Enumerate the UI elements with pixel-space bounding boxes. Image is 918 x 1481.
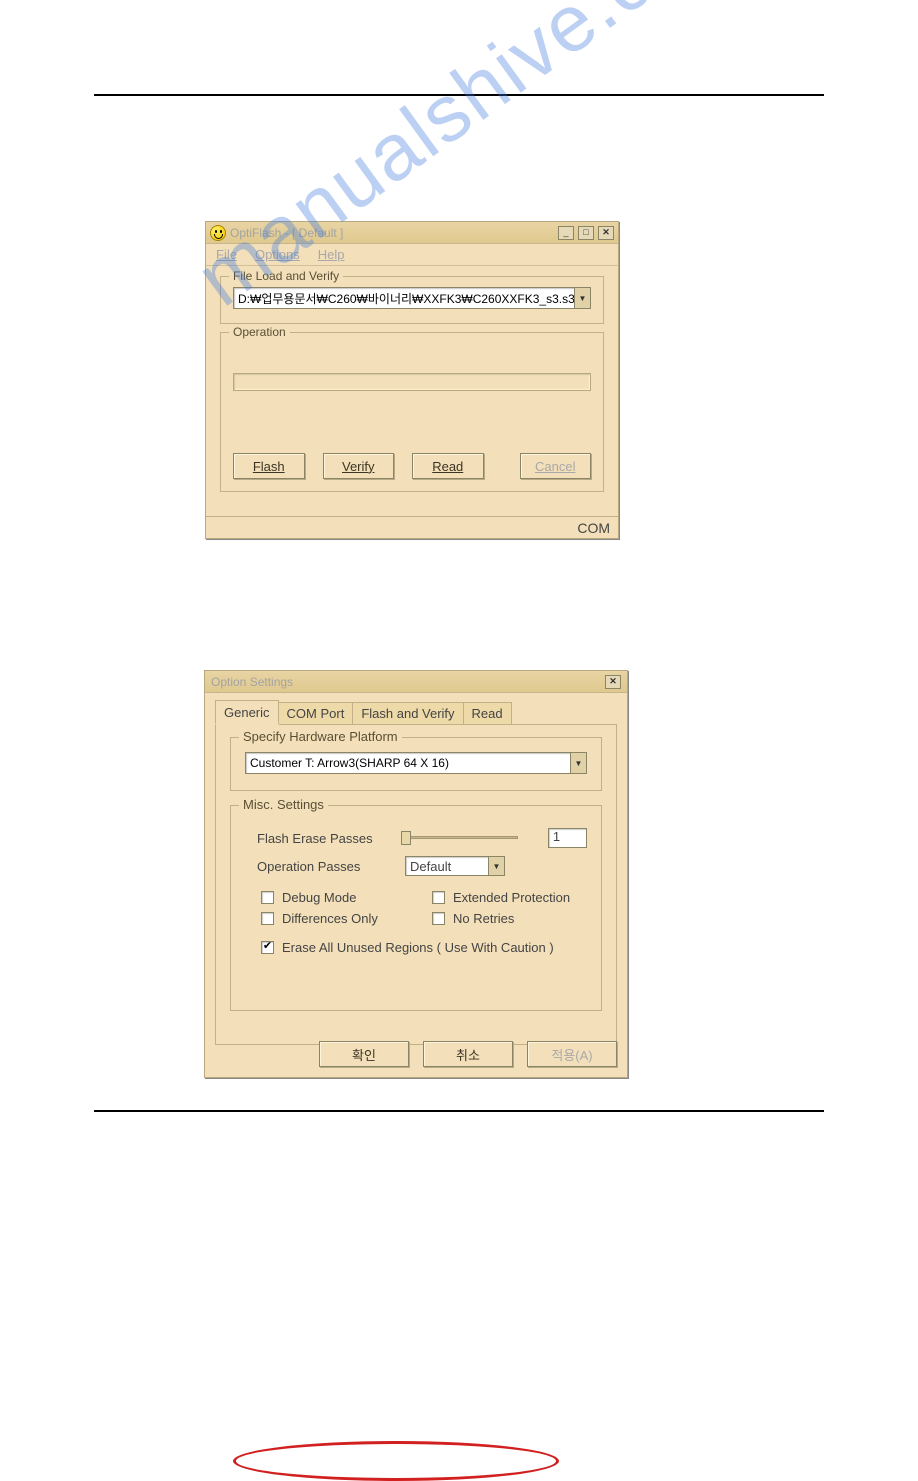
debug-mode-row: Debug Mode [261, 890, 416, 905]
tab-com-port[interactable]: COM Port [278, 702, 354, 724]
misc-settings-group: Misc. Settings Flash Erase Passes 1 Oper… [230, 805, 602, 1011]
titlebar[interactable]: Option Settings ✕ [205, 671, 627, 693]
flash-erase-row: Flash Erase Passes 1 [245, 828, 587, 848]
tab-strip: Generic COM Port Flash and Verify Read [215, 701, 617, 725]
page-rule-bottom [94, 1110, 824, 1112]
generic-panel: Specify Hardware Platform Customer T: Ar… [215, 725, 617, 1045]
cancel-button[interactable]: 취소 [423, 1041, 513, 1067]
extended-protection-row: Extended Protection [432, 890, 587, 905]
menu-file[interactable]: File [216, 247, 237, 262]
operation-legend: Operation [229, 325, 290, 339]
titlebar[interactable]: OptiFlash - [ Default ] _ □ ✕ [206, 222, 618, 244]
verify-button[interactable]: Verify [323, 453, 395, 479]
differences-only-row: Differences Only [261, 911, 416, 926]
status-com: COM [577, 520, 610, 536]
annotation-ellipse [233, 1441, 559, 1481]
no-retries-checkbox[interactable] [432, 912, 445, 925]
flash-erase-label: Flash Erase Passes [245, 831, 401, 846]
differences-only-label: Differences Only [282, 911, 378, 926]
erase-all-row: Erase All Unused Regions ( Use With Caut… [261, 940, 587, 955]
menu-options[interactable]: Options [255, 247, 300, 262]
minimize-button[interactable]: _ [558, 226, 574, 240]
operation-group: Operation Flash Verify Read Cancel [220, 332, 604, 492]
misc-settings-legend: Misc. Settings [239, 797, 328, 812]
apply-button[interactable]: 적용(A) [527, 1041, 617, 1067]
close-button[interactable]: ✕ [605, 675, 621, 689]
cancel-button[interactable]: Cancel [520, 453, 592, 479]
tab-generic[interactable]: Generic [215, 700, 279, 725]
menu-help[interactable]: Help [318, 247, 345, 262]
dialog-buttons: 확인 취소 적용(A) [319, 1041, 617, 1067]
option-settings-window: Option Settings ✕ Generic COM Port Flash… [204, 670, 628, 1078]
window-title: OptiFlash - [ Default ] [230, 226, 343, 240]
file-path-value: D:₩업무용문서₩C260₩바이너리₩XXFK3₩C260XXFK3_s3.s3 [234, 290, 574, 307]
flash-button[interactable]: Flash [233, 453, 305, 479]
operation-passes-row: Operation Passes Default ▼ [245, 856, 587, 876]
hardware-platform-combobox[interactable]: Customer T: Arrow3(SHARP 64 X 16) ▼ [245, 752, 587, 774]
status-bar: COM [206, 516, 618, 538]
hardware-platform-group: Specify Hardware Platform Customer T: Ar… [230, 737, 602, 791]
maximize-button[interactable]: □ [578, 226, 594, 240]
no-retries-label: No Retries [453, 911, 514, 926]
read-button[interactable]: Read [412, 453, 484, 479]
file-path-combobox[interactable]: D:₩업무용문서₩C260₩바이너리₩XXFK3₩C260XXFK3_s3.s3… [233, 287, 591, 309]
window-title: Option Settings [211, 675, 293, 689]
operation-passes-value: Default [406, 859, 488, 874]
no-retries-row: No Retries [432, 911, 587, 926]
erase-all-label: Erase All Unused Regions ( Use With Caut… [282, 940, 554, 955]
hardware-platform-legend: Specify Hardware Platform [239, 729, 402, 744]
flash-erase-value[interactable]: 1 [548, 828, 587, 848]
operation-passes-label: Operation Passes [245, 859, 405, 874]
operation-passes-select[interactable]: Default ▼ [405, 856, 505, 876]
chevron-down-icon[interactable]: ▼ [570, 753, 586, 773]
extended-protection-label: Extended Protection [453, 890, 570, 905]
optiflash-window: OptiFlash - [ Default ] _ □ ✕ File Optio… [205, 221, 619, 539]
ok-button[interactable]: 확인 [319, 1041, 409, 1067]
differences-only-checkbox[interactable] [261, 912, 274, 925]
menu-bar: File Options Help [206, 244, 618, 266]
file-load-legend: File Load and Verify [229, 269, 343, 283]
page-rule-top [94, 94, 824, 96]
app-icon [210, 225, 226, 241]
chevron-down-icon[interactable]: ▼ [574, 288, 590, 308]
debug-mode-checkbox[interactable] [261, 891, 274, 904]
erase-all-checkbox[interactable] [261, 941, 274, 954]
flash-erase-slider[interactable] [401, 829, 518, 847]
close-button[interactable]: ✕ [598, 226, 614, 240]
extended-protection-checkbox[interactable] [432, 891, 445, 904]
debug-mode-label: Debug Mode [282, 890, 356, 905]
tab-read[interactable]: Read [463, 702, 512, 724]
hardware-platform-value: Customer T: Arrow3(SHARP 64 X 16) [246, 756, 570, 770]
progress-bar [233, 373, 591, 391]
operation-buttons: Flash Verify Read Cancel [233, 453, 591, 479]
chevron-down-icon[interactable]: ▼ [488, 857, 504, 875]
tab-flash-verify[interactable]: Flash and Verify [352, 702, 463, 724]
file-load-group: File Load and Verify D:₩업무용문서₩C260₩바이너리₩… [220, 276, 604, 324]
